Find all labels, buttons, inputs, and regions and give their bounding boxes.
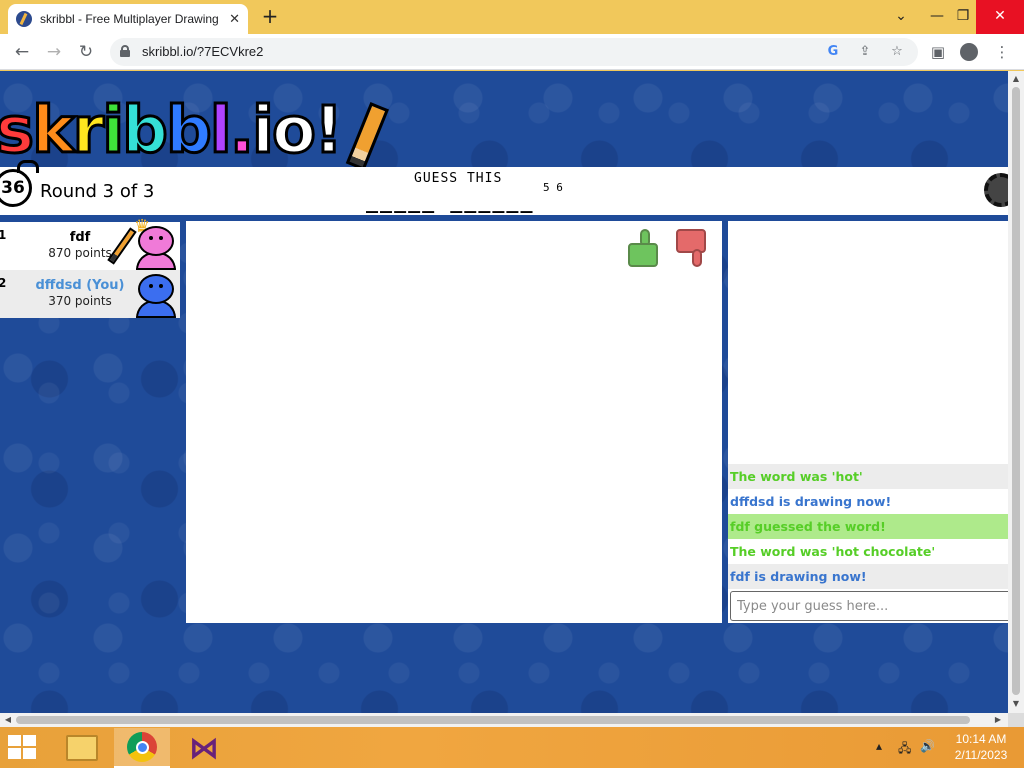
player-row[interactable]: 1 fdf 870 points ♛ — [0, 216, 180, 270]
visual-studio-icon[interactable]: ⋈ — [176, 728, 232, 768]
horizontal-scrollbar[interactable]: ◀ ▶ — [0, 713, 1008, 727]
windows-start-icon[interactable] — [8, 735, 38, 761]
logo-letter: i — [251, 94, 276, 169]
skribbl-favicon-icon — [16, 11, 32, 27]
taskbar-date: 2/11/2023 — [954, 748, 1008, 762]
chat-message: dffdsd is drawing now! — [728, 489, 1008, 514]
scroll-down-icon[interactable]: ▼ — [1008, 699, 1024, 708]
tab-title: skribbl - Free Multiplayer Drawing — [40, 12, 219, 26]
chat-message: The word was 'hot chocolate' — [728, 539, 1008, 564]
player-rank: 2 — [0, 276, 7, 290]
windows-taskbar: ⋈ ▴ 🖧 🔊 10:14 AM 2/11/2023 — [0, 727, 1024, 768]
logo-letter: ! — [312, 94, 344, 169]
round-indicator: Round 3 of 3 — [40, 181, 155, 202]
guess-input[interactable] — [730, 591, 1008, 621]
tab-search-icon[interactable]: ⌄ — [884, 0, 918, 34]
settings-gear-icon[interactable] — [984, 173, 1008, 207]
chrome-icon[interactable] — [114, 728, 170, 768]
taskbar-clock[interactable]: 10:14 AM 2/11/2023 — [946, 731, 1016, 763]
logo-letter: k — [31, 94, 77, 169]
url-text[interactable]: skribbl.io/?7ECVkre2 — [142, 44, 263, 59]
player-name: dffdsd (You) — [35, 278, 125, 293]
player-rank: 1 — [0, 228, 7, 242]
scroll-right-icon[interactable]: ▶ — [990, 713, 1006, 727]
taskbar-time: 10:14 AM — [955, 732, 1007, 746]
player-list: 1 fdf 870 points ♛ 2 dffdsd (You) 370 po… — [0, 216, 180, 318]
chat-message: The word was 'hot' — [728, 464, 1008, 489]
forward-button[interactable]: → — [42, 40, 66, 64]
new-tab-button[interactable]: + — [258, 6, 282, 28]
guess-this-label: GUESS THIS — [414, 171, 503, 186]
scrollbar-thumb[interactable] — [1012, 87, 1020, 695]
scroll-up-icon[interactable]: ▲ — [1008, 74, 1024, 83]
menu-kebab-icon[interactable]: ⋮ — [990, 40, 1014, 64]
logo-letter: r — [71, 94, 105, 169]
logo-letter: o — [270, 94, 317, 169]
avatar — [134, 272, 178, 318]
scrollbar-corner — [1008, 713, 1024, 727]
tab-close-icon[interactable]: ✕ — [229, 12, 240, 27]
close-window-button[interactable]: ✕ — [976, 0, 1024, 34]
side-panel-icon[interactable]: ▣ — [926, 40, 950, 64]
logo-letter: b — [121, 94, 170, 169]
timer-clock-icon: 36 — [0, 160, 39, 207]
game-header: 36 Round 3 of 3 GUESS THIS _____ ______ … — [0, 160, 1008, 215]
browser-titlebar: skribbl - Free Multiplayer Drawing ✕ + ⌄… — [0, 0, 1024, 34]
file-explorer-icon[interactable] — [54, 728, 110, 768]
logo-letter: s — [0, 94, 36, 169]
word-lengths: 5 6 — [543, 181, 563, 194]
logo-pencil-icon — [345, 102, 390, 171]
avatar: ♛ — [134, 216, 178, 270]
player-points: 370 points — [48, 294, 112, 308]
chat-message: fdf guessed the word! — [728, 514, 1008, 539]
game-page: s k r i b b l. i o! 36 Round 3 of 3 GUESS THIS _… — [0, 71, 1008, 713]
scroll-left-icon[interactable]: ◀ — [0, 713, 16, 727]
word-hint: _____ ______ — [366, 189, 535, 213]
chat-message: fdf is drawing now! — [728, 564, 1008, 589]
chat-panel: The word was 'hot' dffdsd is drawing now!… — [728, 221, 1008, 623]
logo-letter: b — [164, 94, 213, 169]
browser-toolbar: ← → ↻ skribbl.io/?7ECVkre2 G ⇪ ☆ ▣ ⋮ — [0, 34, 1024, 70]
dislike-thumbs-down-icon[interactable] — [674, 227, 714, 269]
share-icon[interactable]: ⇪ — [856, 43, 874, 61]
logo-letter: l — [208, 94, 233, 169]
vertical-scrollbar[interactable]: ▲ ▼ — [1008, 71, 1024, 713]
show-hidden-icons-icon[interactable]: ▴ — [876, 739, 882, 753]
profile-avatar-icon[interactable] — [960, 43, 978, 61]
google-lens-icon[interactable]: G — [824, 43, 842, 61]
like-thumbs-up-icon[interactable] — [626, 227, 666, 269]
logo-letter: i — [101, 94, 126, 169]
lock-icon[interactable] — [120, 45, 130, 57]
network-icon[interactable]: 🖧 — [898, 739, 911, 760]
drawing-canvas[interactable] — [186, 221, 722, 623]
chat-messages: The word was 'hot' dffdsd is drawing now!… — [728, 464, 1008, 589]
skribbl-logo: s k r i b b l. i o! — [0, 87, 390, 171]
restore-button[interactable]: ❐ — [946, 0, 980, 34]
player-row[interactable]: 2 dffdsd (You) 370 points — [0, 270, 180, 318]
scrollbar-thumb[interactable] — [16, 716, 970, 724]
back-button[interactable]: ← — [10, 40, 34, 64]
bookmark-star-icon[interactable]: ☆ — [888, 43, 906, 61]
logo-letter: . — [228, 94, 255, 169]
browser-tab[interactable]: skribbl - Free Multiplayer Drawing ✕ — [8, 4, 248, 34]
volume-icon[interactable]: 🔊 — [920, 739, 935, 753]
address-bar[interactable]: skribbl.io/?7ECVkre2 G ⇪ ☆ — [110, 38, 918, 66]
reload-button[interactable]: ↻ — [74, 40, 98, 64]
